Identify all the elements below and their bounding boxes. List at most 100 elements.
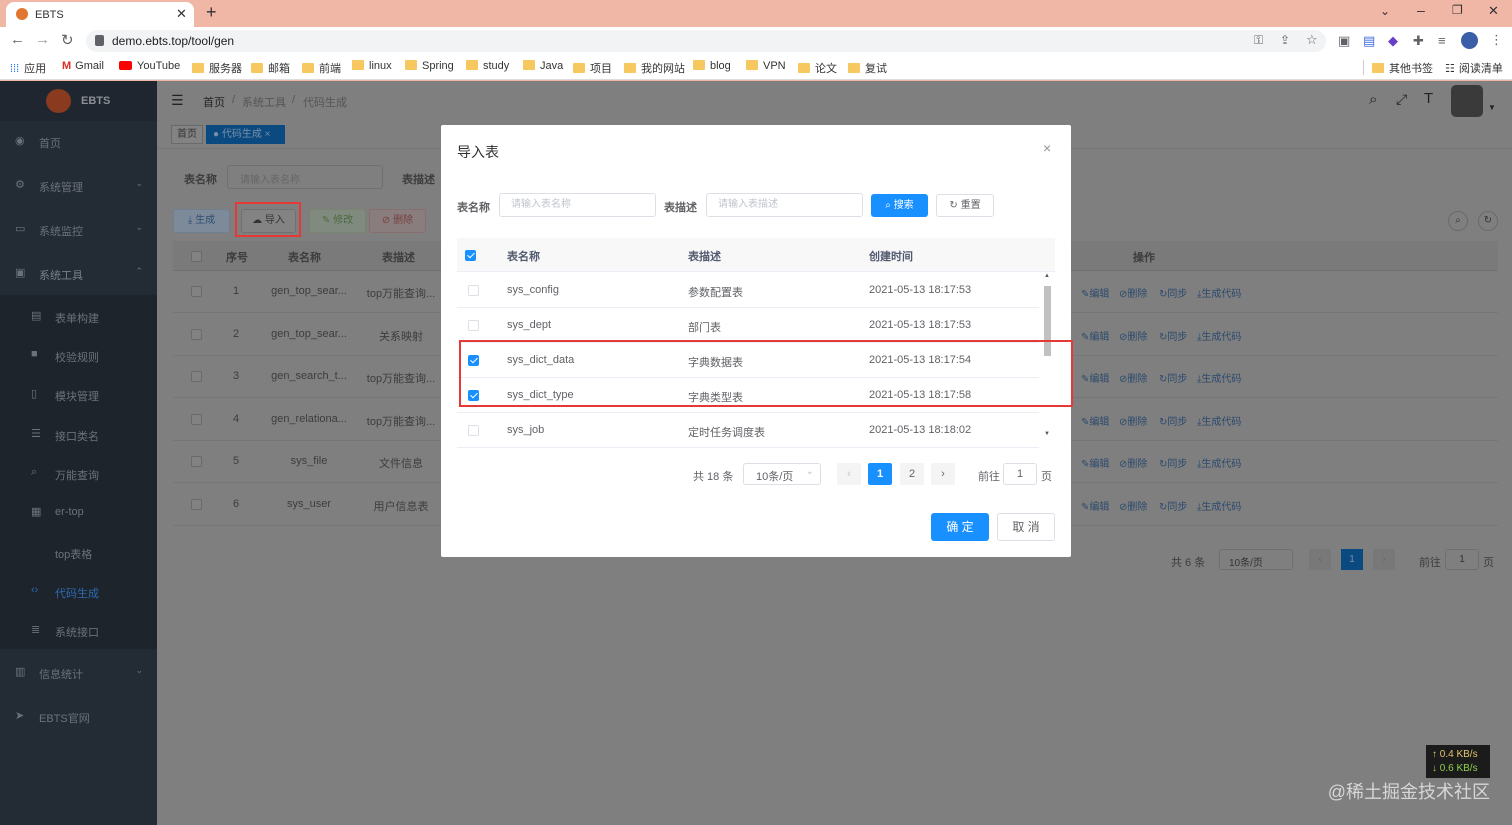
- action-trash[interactable]: ⊘删除: [1119, 413, 1147, 428]
- close-icon[interactable]: ×: [265, 129, 271, 140]
- font-size-icon[interactable]: T: [1424, 90, 1433, 107]
- menu-top-table[interactable]: top表格: [0, 532, 157, 574]
- edit-button[interactable]: ✎ 修改: [309, 209, 366, 233]
- menu-system-tools[interactable]: ▣ 系统工具 ⌃: [0, 253, 157, 295]
- action-sync[interactable]: ↻同步: [1159, 455, 1187, 470]
- bg-pager-prev[interactable]: ‹: [1309, 549, 1331, 570]
- menu-universal-query[interactable]: ⌕ 万能查询: [0, 453, 157, 495]
- tag-home[interactable]: 首页: [171, 125, 203, 144]
- close-tab-icon[interactable]: ✕: [176, 6, 187, 22]
- refresh-icon[interactable]: ↻: [1478, 211, 1498, 231]
- delete-button[interactable]: ⊘ 删除: [369, 209, 426, 233]
- bookmark-folder[interactable]: linux: [352, 60, 392, 72]
- menu-kebab-icon[interactable]: ⋮: [1490, 32, 1503, 48]
- action-download[interactable]: ⤓生成代码: [1197, 370, 1241, 385]
- bookmark-folder[interactable]: 我的网站: [624, 60, 685, 76]
- menu-code-gen[interactable]: ‹› 代码生成: [0, 571, 157, 613]
- bookmark-star-icon[interactable]: ☆: [1306, 32, 1318, 48]
- confirm-button[interactable]: 确 定: [931, 513, 989, 541]
- table-name-input[interactable]: 请输入表名称: [499, 193, 656, 217]
- action-edit[interactable]: ✎编辑: [1081, 498, 1109, 513]
- bookmark-gmail[interactable]: M Gmail: [62, 60, 104, 72]
- bookmark-folder[interactable]: blog: [693, 60, 731, 72]
- search-button[interactable]: ⌕ 搜索: [871, 194, 928, 217]
- row-checkbox[interactable]: [191, 498, 202, 510]
- menu-statistics[interactable]: ▥ 信息统计 ⌄: [0, 652, 157, 694]
- row-checkbox[interactable]: [468, 320, 479, 331]
- share-icon[interactable]: ⇪: [1280, 33, 1290, 47]
- action-trash[interactable]: ⊘删除: [1119, 370, 1147, 385]
- pager-page-2[interactable]: 2: [900, 463, 924, 485]
- address-bar[interactable]: demo.ebts.top/tool/gen ⚿ ⇪ ☆: [86, 30, 1326, 52]
- extension-purple-icon[interactable]: ◆: [1388, 33, 1398, 49]
- cancel-button[interactable]: 取 消: [997, 513, 1055, 541]
- tag-code-gen[interactable]: ● 代码生成 ×: [206, 125, 285, 144]
- puzzle-icon[interactable]: ✚: [1413, 33, 1424, 49]
- bg-pager-next[interactable]: ›: [1373, 549, 1395, 570]
- pager-prev[interactable]: ‹: [837, 463, 861, 485]
- bookmark-apps[interactable]: ⁞⁞⁞ 应用: [10, 60, 46, 76]
- bg-pager-size-select[interactable]: 10条/页: [1219, 549, 1293, 570]
- row-checkbox[interactable]: [468, 425, 479, 436]
- bookmark-folder[interactable]: 前端: [302, 60, 341, 76]
- minimize-icon[interactable]: –: [1417, 2, 1425, 18]
- bookmark-reading-list[interactable]: ☷ 阅读清单: [1445, 60, 1503, 76]
- row-checkbox[interactable]: [191, 456, 202, 467]
- search-name-input[interactable]: 请输入表名称: [227, 165, 383, 189]
- bookmark-folder[interactable]: Java: [523, 60, 563, 72]
- bg-pager-goto-input[interactable]: 1: [1445, 549, 1479, 570]
- bookmark-folder[interactable]: VPN: [746, 60, 786, 72]
- menu-website[interactable]: ➤ EBTS官网: [0, 696, 157, 738]
- key-icon[interactable]: ⚿: [1254, 33, 1263, 48]
- dialog-close-icon[interactable]: ×: [1043, 140, 1051, 156]
- bookmark-folder[interactable]: 邮箱: [251, 60, 290, 76]
- action-download[interactable]: ⤓生成代码: [1197, 328, 1241, 343]
- scroll-up-icon[interactable]: ▲: [1044, 273, 1050, 279]
- scroll-down-icon[interactable]: ▼: [1044, 431, 1050, 437]
- browser-tab[interactable]: EBTS ✕: [6, 2, 194, 27]
- bookmark-other[interactable]: 其他书签: [1372, 60, 1433, 76]
- pager-next[interactable]: ›: [931, 463, 955, 485]
- bookmark-folder[interactable]: 复试: [848, 60, 887, 76]
- fullscreen-icon[interactable]: ⤢: [1396, 91, 1407, 108]
- action-download[interactable]: ⤓生成代码: [1197, 285, 1241, 300]
- pager-page-1[interactable]: 1: [868, 463, 892, 485]
- menu-interface-class[interactable]: ☰ 接口类名: [0, 414, 157, 456]
- row-checkbox[interactable]: [191, 371, 202, 382]
- row-checkbox[interactable]: [468, 285, 479, 296]
- action-edit[interactable]: ✎编辑: [1081, 370, 1109, 385]
- action-edit[interactable]: ✎编辑: [1081, 413, 1109, 428]
- bookmark-folder[interactable]: study: [466, 60, 509, 72]
- dialog-table-row[interactable]: sys_config 参数配置表 2021-05-13 18:17:53: [457, 273, 1039, 308]
- bookmark-youtube[interactable]: YouTube: [119, 60, 180, 72]
- dialog-table-row[interactable]: sys_job 定时任务调度表 2021-05-13 18:18:02: [457, 413, 1039, 448]
- menu-er-top[interactable]: ▦ er-top: [0, 492, 157, 534]
- restore-icon[interactable]: ❐: [1452, 3, 1463, 17]
- dialog-table-row[interactable]: sys_dept 部门表 2021-05-13 18:17:53: [457, 308, 1039, 343]
- menu-validation[interactable]: ■ 校验规则: [0, 335, 157, 377]
- action-sync[interactable]: ↻同步: [1159, 370, 1187, 385]
- caret-down-icon[interactable]: ▼: [1488, 103, 1496, 112]
- menu-system-manage[interactable]: ⚙ 系统管理 ⌄: [0, 165, 157, 207]
- action-trash[interactable]: ⊘删除: [1119, 328, 1147, 343]
- action-trash[interactable]: ⊘删除: [1119, 498, 1147, 513]
- reload-icon[interactable]: ↻: [61, 31, 74, 49]
- row-checkbox[interactable]: [191, 286, 202, 297]
- user-avatar[interactable]: [1451, 85, 1483, 117]
- reset-button[interactable]: ↻ 重置: [936, 194, 994, 217]
- extension-icon[interactable]: ▣: [1338, 33, 1350, 49]
- action-sync[interactable]: ↻同步: [1159, 413, 1187, 428]
- menu-system-api[interactable]: ≣ 系统接口: [0, 610, 157, 652]
- bookmark-folder[interactable]: 服务器: [192, 60, 242, 76]
- hamburger-icon[interactable]: ☰: [171, 92, 184, 109]
- action-download[interactable]: ⤓生成代码: [1197, 498, 1241, 513]
- profile-avatar[interactable]: [1461, 32, 1478, 49]
- action-sync[interactable]: ↻同步: [1159, 498, 1187, 513]
- select-all-checkbox[interactable]: [465, 250, 476, 261]
- action-sync[interactable]: ↻同步: [1159, 328, 1187, 343]
- pager-size-select[interactable]: 10条/页 ⌄: [743, 463, 821, 485]
- generate-button[interactable]: ⤓ 生成: [173, 209, 230, 233]
- menu-form-build[interactable]: ▤ 表单构建: [0, 296, 157, 338]
- table-desc-input[interactable]: 请输入表描述: [706, 193, 863, 217]
- action-download[interactable]: ⤓生成代码: [1197, 455, 1241, 470]
